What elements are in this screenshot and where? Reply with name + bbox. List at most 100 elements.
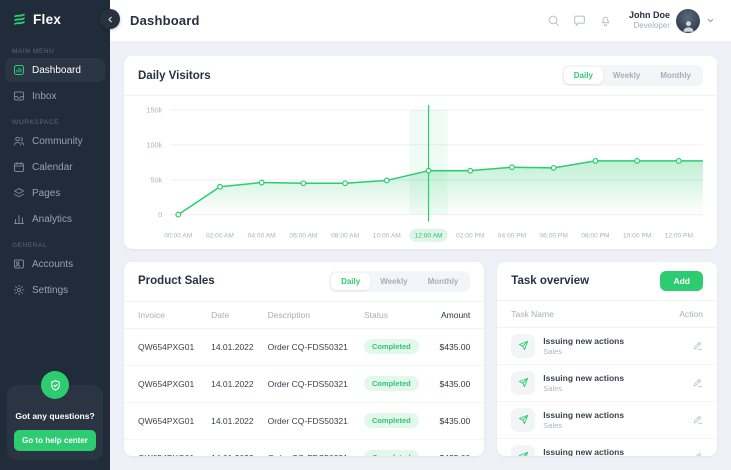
- chevron-down-icon: [706, 16, 715, 25]
- list-item[interactable]: Issuing new actionsSales: [497, 328, 717, 365]
- brand-name: Flex: [33, 12, 61, 27]
- sales-range-tabs: DailyWeeklyMonthly: [329, 271, 470, 292]
- svg-text:04:00 PM: 04:00 PM: [498, 233, 526, 240]
- svg-text:10:00 AM: 10:00 AM: [373, 233, 401, 240]
- svg-text:12:00 AM: 12:00 AM: [415, 233, 443, 240]
- card-title: Daily Visitors: [138, 70, 211, 82]
- tab-weekly[interactable]: Weekly: [603, 67, 650, 84]
- bottom-row: Product Sales DailyWeeklyMonthly Invoice…: [124, 262, 717, 456]
- sidebar-collapse-button[interactable]: [100, 9, 120, 29]
- bell-icon[interactable]: [599, 14, 612, 27]
- tab-monthly[interactable]: Monthly: [650, 67, 701, 84]
- add-task-button[interactable]: Add: [660, 271, 703, 291]
- user-menu[interactable]: John Doe Developer: [629, 9, 715, 33]
- svg-text:150k: 150k: [147, 106, 163, 115]
- pencil-edit-icon[interactable]: [692, 414, 703, 425]
- tab-daily[interactable]: Daily: [564, 67, 603, 84]
- svg-text:12:00 PM: 12:00 PM: [665, 233, 693, 240]
- sidebar-item-label: Community: [32, 136, 83, 147]
- accounts-icon: [13, 258, 25, 270]
- card-title: Task overview: [511, 275, 589, 287]
- user-info: John Doe Developer: [629, 10, 670, 31]
- pencil-edit-icon[interactable]: [692, 451, 703, 456]
- table-header: Invoice Date Description Status Amount: [124, 302, 484, 329]
- svg-text:08:00 AM: 08:00 AM: [331, 233, 359, 240]
- help-center-button[interactable]: Go to help center: [14, 430, 96, 451]
- person-icon: [681, 18, 696, 33]
- sidebar-item-inbox[interactable]: Inbox: [5, 84, 105, 108]
- invoice-cell: QW654PXG01: [138, 453, 211, 456]
- status-badge: Completed: [364, 339, 419, 354]
- invoice-cell: QW654PXG01: [138, 342, 211, 352]
- message-icon[interactable]: [573, 14, 586, 27]
- svg-text:50k: 50k: [151, 175, 163, 184]
- pencil-edit-icon[interactable]: [692, 340, 703, 351]
- tab-weekly[interactable]: Weekly: [370, 273, 417, 290]
- tab-monthly[interactable]: Monthly: [418, 273, 469, 290]
- svg-text:02:00 PM: 02:00 PM: [456, 233, 484, 240]
- task-subtitle: Sales: [543, 384, 624, 393]
- sidebar-item-label: Analytics: [32, 214, 72, 225]
- sidebar-item-settings[interactable]: Settings: [5, 278, 105, 302]
- product-sales-header: Product Sales DailyWeeklyMonthly: [124, 262, 484, 302]
- description-cell: Order CQ-FDS50321: [268, 379, 364, 389]
- task-overview-header: Task overview Add: [497, 262, 717, 301]
- pencil-edit-icon[interactable]: [692, 377, 703, 388]
- task-title: Issuing new actions: [543, 410, 624, 421]
- column-invoice: Invoice: [138, 310, 211, 320]
- column-date: Date: [211, 310, 267, 320]
- task-title: Issuing new actions: [543, 373, 624, 384]
- pages-icon: [13, 187, 25, 199]
- status-badge: Completed: [364, 413, 419, 428]
- description-cell: Order CQ-FDS50321: [268, 453, 364, 456]
- top-header: Dashboard John Doe Developer: [110, 0, 731, 42]
- date-cell: 14.01.2022: [211, 416, 267, 426]
- product-sales-card: Product Sales DailyWeeklyMonthly Invoice…: [124, 262, 484, 456]
- sidebar-nav: Main MenuDashboardInboxWorkspaceCommunit…: [0, 37, 110, 304]
- date-cell: 14.01.2022: [211, 453, 267, 456]
- sidebar-item-analytics[interactable]: Analytics: [5, 207, 105, 231]
- sidebar-item-dashboard[interactable]: Dashboard: [5, 58, 105, 82]
- amount-cell: $435.00: [424, 453, 471, 456]
- sidebar-item-accounts[interactable]: Accounts: [5, 252, 105, 276]
- svg-text:0: 0: [158, 210, 162, 219]
- analytics-icon: [13, 213, 25, 225]
- sidebar-item-pages[interactable]: Pages: [5, 181, 105, 205]
- task-title: Issuing new actions: [543, 336, 624, 347]
- community-icon: [13, 135, 25, 147]
- task-title: Issuing new actions: [543, 447, 624, 456]
- sidebar-item-calendar[interactable]: Calendar: [5, 155, 105, 179]
- search-icon[interactable]: [547, 14, 560, 27]
- table-row[interactable]: QW654PXG0114.01.2022Order CQ-FDS50321Com…: [124, 403, 484, 440]
- table-row[interactable]: QW654PXG0114.01.2022Order CQ-FDS50321Com…: [124, 440, 484, 456]
- amount-cell: $435.00: [424, 342, 471, 352]
- inbox-icon: [13, 90, 25, 102]
- visitors-chart[interactable]: 050k100k150k00:00 AM02:00 AM04:00 AM06:0…: [124, 96, 717, 249]
- task-list: Issuing new actionsSalesIssuing new acti…: [497, 328, 717, 456]
- card-title: Product Sales: [138, 275, 215, 287]
- table-row[interactable]: QW654PXG0114.01.2022Order CQ-FDS50321Com…: [124, 366, 484, 403]
- status-badge: Completed: [364, 450, 419, 456]
- svg-text:10:00 PM: 10:00 PM: [623, 233, 651, 240]
- list-item[interactable]: Issuing new actionsSales: [497, 365, 717, 402]
- list-item[interactable]: Issuing new actionsSales: [497, 402, 717, 439]
- list-item[interactable]: Issuing new actionsSales: [497, 439, 717, 456]
- sidebar-item-label: Calendar: [32, 162, 73, 173]
- svg-text:06:00 PM: 06:00 PM: [540, 233, 568, 240]
- sidebar-item-label: Pages: [32, 188, 60, 199]
- description-cell: Order CQ-FDS50321: [268, 342, 364, 352]
- sidebar-item-label: Dashboard: [32, 65, 81, 76]
- task-subtitle: Sales: [543, 347, 624, 356]
- column-action: Action: [679, 309, 703, 319]
- daily-visitors-header: Daily Visitors DailyWeeklyMonthly: [124, 56, 717, 96]
- sidebar-item-label: Accounts: [32, 259, 73, 270]
- tab-daily[interactable]: Daily: [331, 273, 370, 290]
- sidebar-item-community[interactable]: Community: [5, 129, 105, 153]
- table-row[interactable]: QW654PXG0114.01.2022Order CQ-FDS50321Com…: [124, 329, 484, 366]
- calendar-icon: [13, 161, 25, 173]
- page-title: Dashboard: [130, 13, 200, 28]
- send-icon: [511, 371, 535, 395]
- amount-cell: $435.00: [424, 379, 471, 389]
- header-actions: John Doe Developer: [547, 9, 715, 33]
- visitors-range-tabs: DailyWeeklyMonthly: [562, 65, 703, 86]
